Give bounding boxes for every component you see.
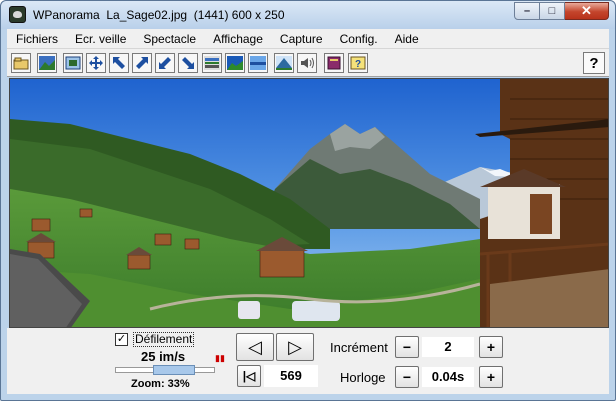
menu-fichiers[interactable]: Fichiers — [7, 29, 66, 49]
increment-minus-button[interactable]: − — [395, 336, 419, 358]
window-controls: – □ ✕ — [514, 2, 609, 20]
close-button[interactable]: ✕ — [565, 2, 609, 20]
increment-label: Incrément — [330, 340, 388, 355]
clock-minus-button[interactable]: − — [395, 366, 419, 388]
sound-button[interactable] — [297, 53, 317, 73]
speed-value: 25 im/s — [141, 349, 186, 364]
svg-text:?: ? — [355, 59, 361, 70]
clock-plus-button[interactable]: + — [479, 366, 503, 388]
sound-icon — [301, 57, 314, 69]
control-panel: ✓ Défilement 25 im/s ▮▮ Zoom: 33% ◁ ▷ |◁… — [7, 328, 609, 394]
scroll-checkbox[interactable]: ✓ — [115, 333, 128, 346]
fit-window-button[interactable] — [63, 53, 83, 73]
arrow-downleft-icon — [159, 57, 171, 69]
arrow-downright-button[interactable] — [178, 53, 198, 73]
panorama-strip-icon — [204, 56, 220, 70]
menu-affichage[interactable]: Affichage — [204, 29, 271, 49]
app-window: WPanorama La_Sage02.jpg (1441) 600 x 250… — [0, 0, 616, 401]
move-button[interactable] — [86, 53, 106, 73]
panorama-scene — [10, 79, 608, 327]
title-bar[interactable]: WPanorama La_Sage02.jpg (1441) 600 x 250… — [1, 1, 615, 29]
zoom-label: Zoom: 33% — [131, 378, 190, 390]
increment-plus-button[interactable]: + — [479, 336, 503, 358]
help-document-button[interactable]: ? — [348, 53, 368, 73]
menu-bar: Fichiers Ecr. veille Spectacle Affichage… — [7, 29, 609, 49]
book-button[interactable] — [324, 53, 344, 73]
window-title: WPanorama La_Sage02.jpg (1441) 600 x 250 — [33, 8, 285, 22]
panorama-image[interactable] — [9, 78, 609, 328]
toolbar: ? ? — [7, 49, 609, 77]
start-button[interactable]: |◁ — [237, 365, 261, 387]
arrow-downleft-button[interactable] — [155, 53, 175, 73]
fit-window-icon — [65, 56, 81, 70]
menu-spectacle[interactable]: Spectacle — [134, 29, 204, 49]
arrow-upleft-icon — [113, 57, 125, 69]
previous-button[interactable]: ◁ — [236, 333, 274, 361]
menu-config[interactable]: Config. — [331, 29, 386, 49]
panorama-wide-icon — [250, 56, 266, 70]
arrow-upright-icon — [136, 57, 148, 69]
move-arrows-icon — [89, 56, 103, 70]
image-icon — [39, 56, 55, 70]
arrow-downright-icon — [182, 57, 194, 69]
panorama-view-icon — [227, 56, 243, 70]
menu-capture[interactable]: Capture — [271, 29, 331, 49]
minimize-button[interactable]: – — [514, 2, 540, 20]
increment-field[interactable]: 2 — [422, 337, 474, 357]
landscape-button[interactable] — [274, 53, 294, 73]
maximize-button[interactable]: □ — [540, 2, 565, 20]
position-field[interactable]: 569 — [264, 365, 318, 387]
app-icon[interactable] — [9, 6, 26, 23]
menu-ecran-veille[interactable]: Ecr. veille — [66, 29, 134, 49]
clock-label: Horloge — [340, 370, 386, 385]
book-icon — [327, 56, 341, 70]
zoom-slider-thumb[interactable] — [153, 365, 195, 375]
help-button[interactable]: ? — [583, 52, 605, 74]
arrow-upleft-button[interactable] — [109, 53, 129, 73]
clock-field[interactable]: 0.04s — [422, 367, 474, 387]
open-folder-button[interactable] — [11, 53, 31, 73]
image-button[interactable] — [37, 53, 57, 73]
arrow-upright-button[interactable] — [132, 53, 152, 73]
next-button[interactable]: ▷ — [276, 333, 314, 361]
landscape-icon — [276, 56, 292, 70]
panorama-view-button[interactable] — [225, 53, 245, 73]
speed-indicator-icon: ▮▮ — [215, 353, 225, 363]
help-document-icon: ? — [350, 56, 366, 70]
menu-aide[interactable]: Aide — [386, 29, 427, 49]
panorama-strip-button[interactable] — [202, 53, 222, 73]
panorama-wide-button[interactable] — [248, 53, 268, 73]
open-folder-icon — [13, 57, 29, 70]
scroll-checkbox-label[interactable]: Défilement — [133, 332, 195, 347]
